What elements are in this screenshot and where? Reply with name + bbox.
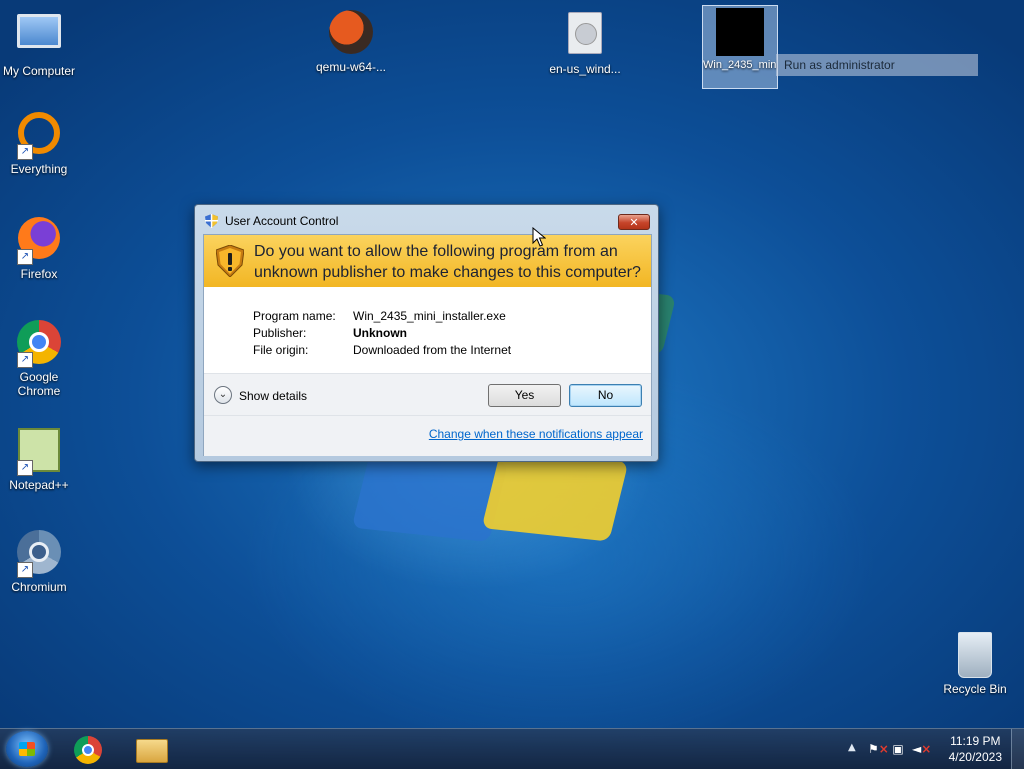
desktop-icon-label: Win_2435_mini_installer	[703, 59, 777, 71]
chrome-icon	[74, 736, 102, 764]
show-hidden-icons-icon[interactable]: ▲	[848, 742, 856, 753]
run-as-administrator-tooltip[interactable]: Run as administrator	[776, 54, 978, 76]
shortcut-arrow-icon: ↗	[17, 249, 33, 265]
uac-content: Do you want to allow the following progr…	[203, 234, 652, 456]
desktop-icon-google-chrome[interactable]: ↗ Google Chrome	[0, 318, 78, 398]
taskbar: ▲ ⚑× ▣ ◄× 11:19 PM 4/20/2023	[0, 728, 1024, 769]
publisher-label: Publisher:	[253, 326, 307, 340]
chevron-down-icon[interactable]: ⌄	[214, 386, 232, 404]
desktop-icon-label: Google Chrome	[17, 370, 61, 398]
network-icon[interactable]: ▣	[890, 741, 906, 757]
recycle-bin-icon	[951, 632, 999, 680]
desktop-icon-label: Recycle Bin	[943, 682, 1007, 696]
publisher-row: Publisher: Unknown	[253, 326, 407, 340]
notepad-icon: ↗	[15, 428, 63, 476]
show-details-toggle[interactable]: Show details	[239, 389, 307, 403]
desktop-icon-firefox[interactable]: ↗ Firefox	[0, 214, 78, 281]
show-desktop-button[interactable]	[1011, 729, 1024, 769]
program-name-value: Win_2435_mini_installer.exe	[353, 309, 506, 323]
file-origin-row: File origin: Downloaded from the Internet	[253, 343, 511, 357]
computer-icon	[15, 14, 63, 62]
desktop-icon-label: Notepad++	[9, 478, 69, 492]
no-button[interactable]: No	[569, 384, 642, 407]
uac-dialog: User Account Control ✕ Do you want to al…	[194, 204, 659, 462]
chromium-icon: ↗	[15, 530, 63, 578]
shortcut-arrow-icon: ↗	[17, 144, 33, 160]
clock-time: 11:19 PM	[950, 734, 1001, 748]
warning-shield-icon	[216, 245, 244, 277]
desktop-icon-everything[interactable]: ↗ Everything	[0, 112, 78, 176]
everything-icon: ↗	[15, 112, 63, 160]
desktop-icon-windows-iso[interactable]: en-us_wind...	[546, 8, 624, 76]
taskbar-explorer[interactable]	[124, 731, 178, 767]
program-name-row: Program name: Win_2435_mini_installer.exe	[253, 309, 506, 323]
shortcut-arrow-icon: ↗	[17, 460, 33, 476]
mouse-pointer-icon	[532, 227, 546, 247]
desktop-icon-notepad-plus-plus[interactable]: ↗ Notepad++	[0, 424, 78, 492]
uac-program-info: Program name: Win_2435_mini_installer.exe…	[204, 287, 651, 373]
uac-window-title: User Account Control	[225, 214, 339, 228]
system-tray: ▲ ⚑× ▣ ◄× 11:19 PM 4/20/2023	[844, 729, 1024, 769]
start-button[interactable]	[6, 731, 48, 767]
shortcut-arrow-icon: ↗	[17, 352, 33, 368]
desktop-icon-recycle-bin[interactable]: Recycle Bin	[936, 630, 1014, 696]
action-center-flag-icon[interactable]: ⚑×	[868, 741, 889, 757]
disc-image-icon	[561, 12, 609, 60]
uac-shield-icon	[205, 214, 218, 228]
desktop-icon-label: qemu-w64-...	[315, 60, 387, 74]
clock-date: 4/20/2023	[948, 750, 1002, 764]
yes-button[interactable]: Yes	[488, 384, 561, 407]
volume-muted-icon[interactable]: ◄×	[912, 741, 931, 757]
shortcut-arrow-icon: ↗	[17, 562, 33, 578]
desktop-icon-win-installer[interactable]: Win_2435_mini_installer	[702, 5, 778, 89]
uac-footer: Change when these notifications appear	[204, 415, 651, 456]
wallpaper-logo-blue	[351, 447, 509, 543]
file-origin-label: File origin:	[253, 343, 309, 357]
uac-close-button[interactable]: ✕	[618, 214, 650, 230]
windows-logo-icon	[19, 742, 35, 756]
program-name-label: Program name:	[253, 309, 336, 323]
desktop-icon-label: Everything	[10, 162, 68, 176]
change-notifications-link[interactable]: Change when these notifications appear	[429, 427, 643, 441]
desktop-icon-label: Firefox	[20, 267, 58, 281]
uac-question-text: Do you want to allow the following progr…	[254, 243, 641, 281]
firefox-icon: ↗	[15, 217, 63, 265]
desktop-icon-qemu[interactable]: qemu-w64-...	[312, 8, 390, 74]
desktop-icon-label: My Computer	[2, 64, 76, 78]
desktop-icon-label: en-us_wind...	[549, 62, 621, 76]
file-origin-value: Downloaded from the Internet	[353, 343, 512, 357]
desktop-icon-my-computer[interactable]: My Computer	[0, 8, 78, 78]
qemu-icon	[327, 10, 375, 58]
uac-titlebar[interactable]: User Account Control ✕	[203, 212, 650, 230]
folder-icon	[136, 739, 168, 763]
uac-warning-banner: Do you want to allow the following progr…	[204, 235, 651, 287]
desktop-icon-chromium[interactable]: ↗ Chromium	[0, 528, 78, 594]
uac-action-bar: ⌄ Show details Yes No	[204, 373, 651, 416]
desktop-icon-label: Chromium	[11, 580, 67, 594]
installer-icon	[716, 8, 764, 56]
wallpaper-logo-yellow	[481, 448, 629, 542]
taskbar-clock[interactable]: 11:19 PM 4/20/2023	[949, 733, 1002, 765]
publisher-value: Unknown	[353, 326, 407, 340]
chrome-icon: ↗	[15, 320, 63, 368]
taskbar-chrome[interactable]	[62, 731, 116, 767]
